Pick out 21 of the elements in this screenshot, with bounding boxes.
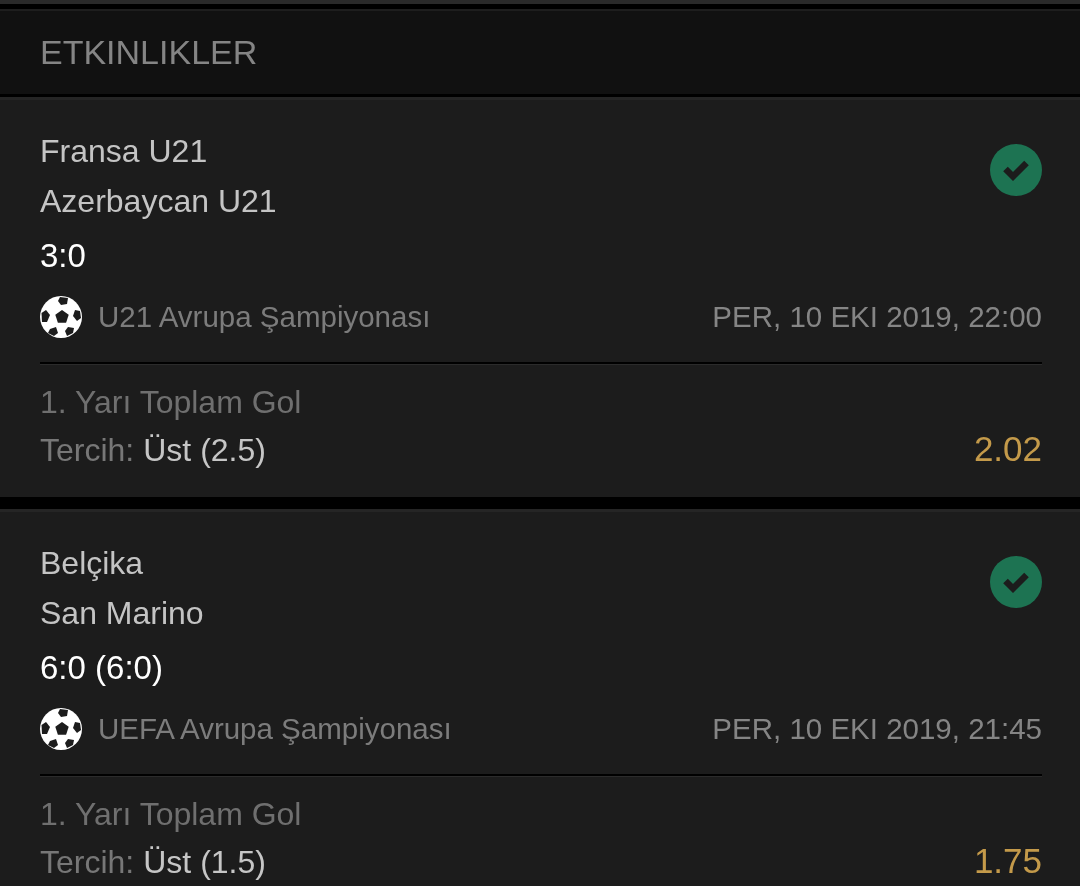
market-name: 1. Yarı Toplam Gol	[40, 383, 303, 422]
score: 6:0 (6:0)	[40, 648, 163, 688]
market-name: 1. Yarı Toplam Gol	[40, 795, 303, 834]
odds-value: 1.75	[973, 840, 1042, 882]
score: 3:0	[40, 236, 86, 276]
team-name: Fransa U21	[40, 132, 208, 171]
pick-value: Üst (2.5)	[143, 431, 266, 470]
team-name: San Marino	[40, 594, 204, 633]
match-date: PER, 10 EKI 2019, 22:00	[712, 300, 1042, 334]
football-icon	[40, 708, 82, 750]
football-icon	[40, 296, 82, 338]
pick-value: Üst (1.5)	[143, 843, 266, 882]
pick-label: Tercih:	[40, 843, 135, 882]
section-title: ETKINLIKLER	[40, 31, 258, 72]
team-name: Belçika	[40, 544, 144, 583]
pick-label: Tercih:	[40, 431, 135, 470]
league-name: UEFA Avrupa Şampiyonası	[98, 712, 452, 746]
league-name: U21 Avrupa Şampiyonası	[98, 300, 431, 334]
team-name: Azerbaycan U21	[40, 182, 277, 221]
match-date: PER, 10 EKI 2019, 21:45	[712, 712, 1042, 746]
odds-value: 2.02	[973, 428, 1042, 470]
